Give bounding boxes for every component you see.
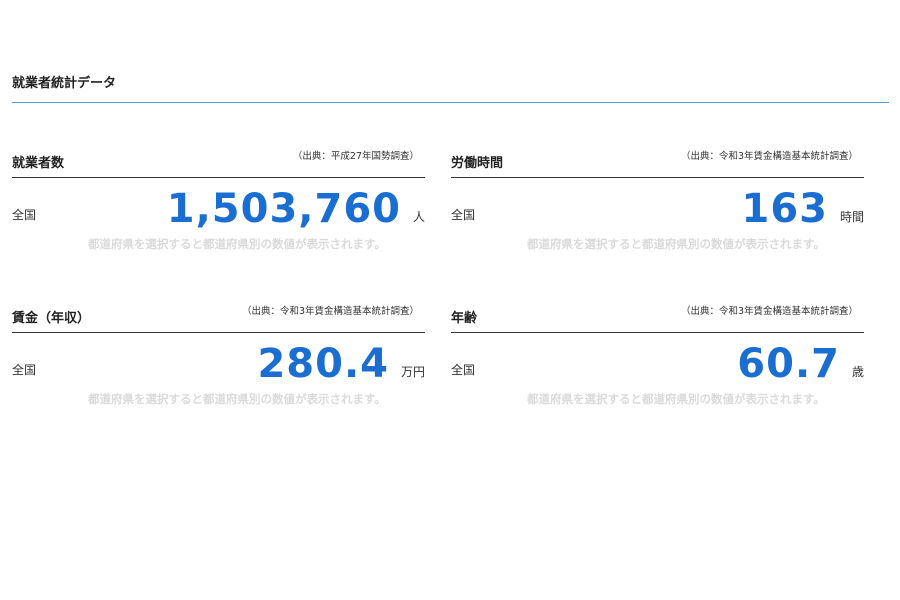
prefecture-note: 都道府県を選択すると都道府県別の数値が表示されます。: [88, 237, 386, 251]
card-body: 全国 1,503,760 人: [12, 182, 425, 232]
stat-unit: 時間: [839, 210, 864, 224]
scope-label: 全国: [451, 363, 476, 377]
stat-unit: 人: [412, 210, 425, 224]
value-group: 163 時間: [741, 182, 864, 232]
card-source: （出典：令和3年賃金構造基本統計調査）: [680, 306, 858, 317]
card-header: 年齢 （出典：令和3年賃金構造基本統計調査）: [451, 301, 864, 326]
card-body: 全国 280.4 万円: [12, 337, 425, 387]
value-group: 60.7 歳: [737, 337, 864, 387]
prefecture-note: 都道府県を選択すると都道府県別の数値が表示されます。: [527, 237, 825, 251]
stat-card-wages: 賃金（年収） （出典：令和3年賃金構造基本統計調査） 全国 280.4 万円 都…: [12, 301, 425, 421]
card-header: 賃金（年収） （出典：令和3年賃金構造基本統計調査）: [12, 301, 425, 326]
page: 就業者統計データ 就業者数 （出典：平成27年国勢調査） 全国 1,503,76…: [0, 0, 900, 600]
card-title: 年齢: [451, 311, 478, 326]
card-source: （出典：令和3年賃金構造基本統計調査）: [241, 306, 419, 317]
card-divider: [451, 332, 864, 333]
stat-card-workers: 就業者数 （出典：平成27年国勢調査） 全国 1,503,760 人 都道府県を…: [12, 146, 425, 266]
card-body: 全国 60.7 歳: [451, 337, 864, 387]
section-divider: [12, 102, 889, 103]
scope-label: 全国: [12, 208, 37, 222]
stat-card-working-hours: 労働時間 （出典：令和3年賃金構造基本統計調査） 全国 163 時間 都道府県を…: [451, 146, 864, 266]
prefecture-note: 都道府県を選択すると都道府県別の数値が表示されます。: [527, 392, 825, 406]
card-title: 賃金（年収）: [12, 311, 91, 326]
value-group: 280.4 万円: [257, 337, 425, 387]
scope-label: 全国: [12, 363, 37, 377]
card-title: 労働時間: [451, 156, 504, 171]
card-source: （出典：平成27年国勢調査）: [292, 151, 419, 162]
scope-label: 全国: [451, 208, 476, 222]
stat-value: 1,503,760: [166, 186, 401, 232]
stat-value: 60.7: [737, 341, 840, 387]
card-header: 就業者数 （出典：平成27年国勢調査）: [12, 146, 425, 171]
stat-value: 280.4: [257, 341, 389, 387]
stat-unit: 万円: [400, 365, 425, 379]
card-body: 全国 163 時間: [451, 182, 864, 232]
card-divider: [12, 332, 425, 333]
card-title: 就業者数: [12, 156, 65, 171]
section-title: 就業者統計データ: [12, 76, 117, 91]
card-header: 労働時間 （出典：令和3年賃金構造基本統計調査）: [451, 146, 864, 171]
stat-card-age: 年齢 （出典：令和3年賃金構造基本統計調査） 全国 60.7 歳 都道府県を選択…: [451, 301, 864, 421]
card-divider: [12, 177, 425, 178]
prefecture-note: 都道府県を選択すると都道府県別の数値が表示されます。: [88, 392, 386, 406]
stat-unit: 歳: [851, 365, 864, 379]
card-source: （出典：令和3年賃金構造基本統計調査）: [680, 151, 858, 162]
stat-value: 163: [741, 186, 828, 232]
value-group: 1,503,760 人: [167, 182, 425, 232]
card-divider: [451, 177, 864, 178]
